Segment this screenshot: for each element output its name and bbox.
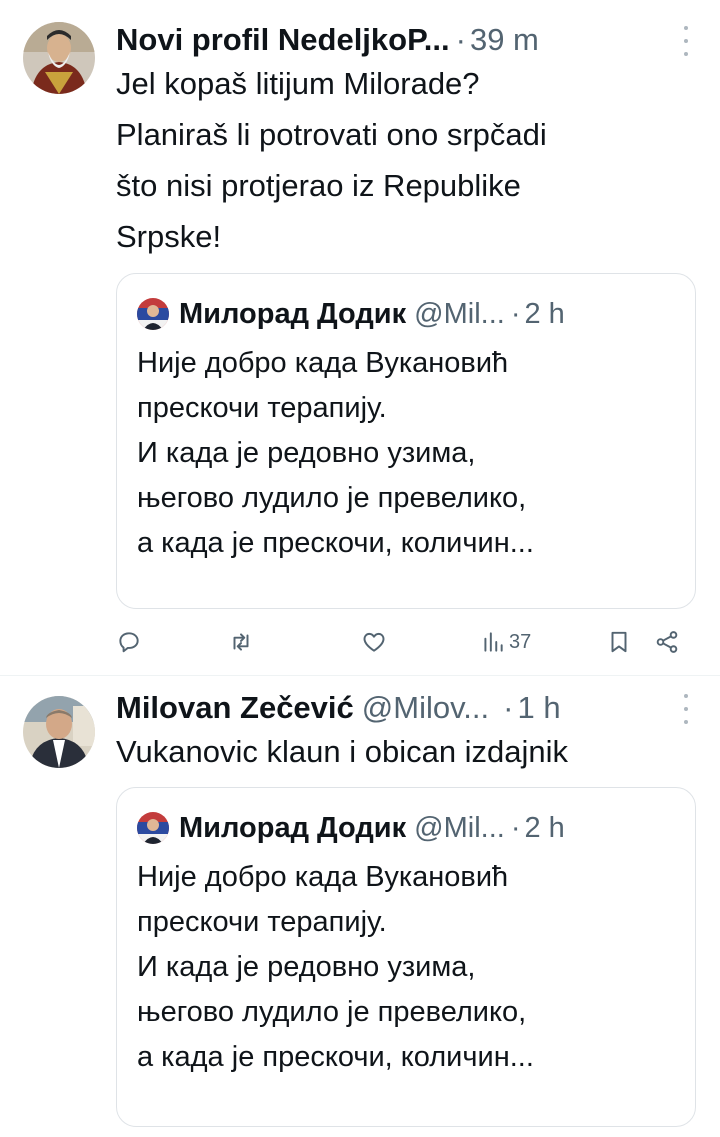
author-handle[interactable]: @Milov...: [362, 690, 489, 726]
like-button[interactable]: [361, 622, 387, 662]
timestamp[interactable]: 1 h: [517, 690, 560, 726]
tweet[interactable]: Milovan Zečević @Milov... · 1 h Vukanovi…: [0, 676, 720, 1137]
reply-button[interactable]: [116, 622, 142, 662]
quote-author-name[interactable]: Милорад Додик: [179, 298, 406, 331]
share-icon: [656, 631, 678, 653]
bookmark-button[interactable]: [606, 622, 632, 662]
more-dots-icon[interactable]: [682, 26, 690, 56]
views-button[interactable]: 37: [480, 622, 531, 662]
quote-avatar[interactable]: [137, 298, 169, 330]
reply-icon: [119, 632, 139, 653]
quote-avatar-image: [137, 298, 169, 330]
quote-author-name[interactable]: Милорад Додик: [179, 812, 406, 845]
avatar[interactable]: [23, 22, 95, 94]
avatar[interactable]: [23, 696, 95, 768]
action-bar: 37: [116, 622, 696, 662]
quote-header: Милорад Додик @Mil... · 2 h: [137, 294, 681, 334]
retweet-button[interactable]: [228, 622, 254, 662]
tweet[interactable]: Novi profil NedeljkoP... · 39 m Jel kopa…: [0, 0, 720, 675]
quote-timestamp[interactable]: 2 h: [524, 298, 564, 331]
quote-avatar[interactable]: [137, 812, 169, 844]
author-name[interactable]: Novi profil NedeljkoP...: [116, 22, 450, 58]
bookmark-icon: [611, 631, 627, 653]
tweet-header: Novi profil NedeljkoP... · 39 m: [116, 18, 680, 62]
separator-dot: ·: [455, 22, 466, 57]
quote-avatar-image: [137, 812, 169, 844]
avatar-image: [23, 696, 95, 768]
tweet-text: Jel kopaš litijum Milorade? Planiraš li …: [116, 66, 547, 254]
separator-dot: ·: [510, 811, 521, 844]
timestamp[interactable]: 39 m: [470, 22, 539, 58]
tweet-header: Milovan Zečević @Milov... · 1 h: [116, 686, 680, 730]
quote-author-handle[interactable]: @Mil...: [414, 812, 505, 845]
quote-timestamp[interactable]: 2 h: [524, 812, 564, 845]
quote-text: Није добро када Вукановић прескочи терап…: [137, 347, 534, 559]
share-button[interactable]: [654, 622, 680, 662]
retweet-icon: [233, 633, 249, 651]
separator-dot: ·: [510, 297, 521, 330]
tweet-text: Vukanovic klaun i obican izdajnik: [116, 734, 569, 769]
heart-icon: [363, 632, 385, 652]
quote-author-handle[interactable]: @Mil...: [414, 298, 505, 331]
author-name[interactable]: Milovan Zečević: [116, 690, 354, 726]
quote-header: Милорад Додик @Mil... · 2 h: [137, 808, 681, 848]
separator-dot: ·: [503, 690, 514, 725]
views-icon: [484, 632, 503, 652]
quote-text: Није добро када Вукановић прескочи терап…: [137, 861, 534, 1073]
views-count: 37: [509, 630, 532, 653]
quoted-tweet[interactable]: Милорад Додик @Mil... · 2 h Није добро к…: [116, 273, 696, 609]
quoted-tweet[interactable]: Милорад Додик @Mil... · 2 h Није добро к…: [116, 787, 696, 1127]
more-dots-icon[interactable]: [682, 694, 690, 724]
avatar-image: [23, 22, 95, 94]
